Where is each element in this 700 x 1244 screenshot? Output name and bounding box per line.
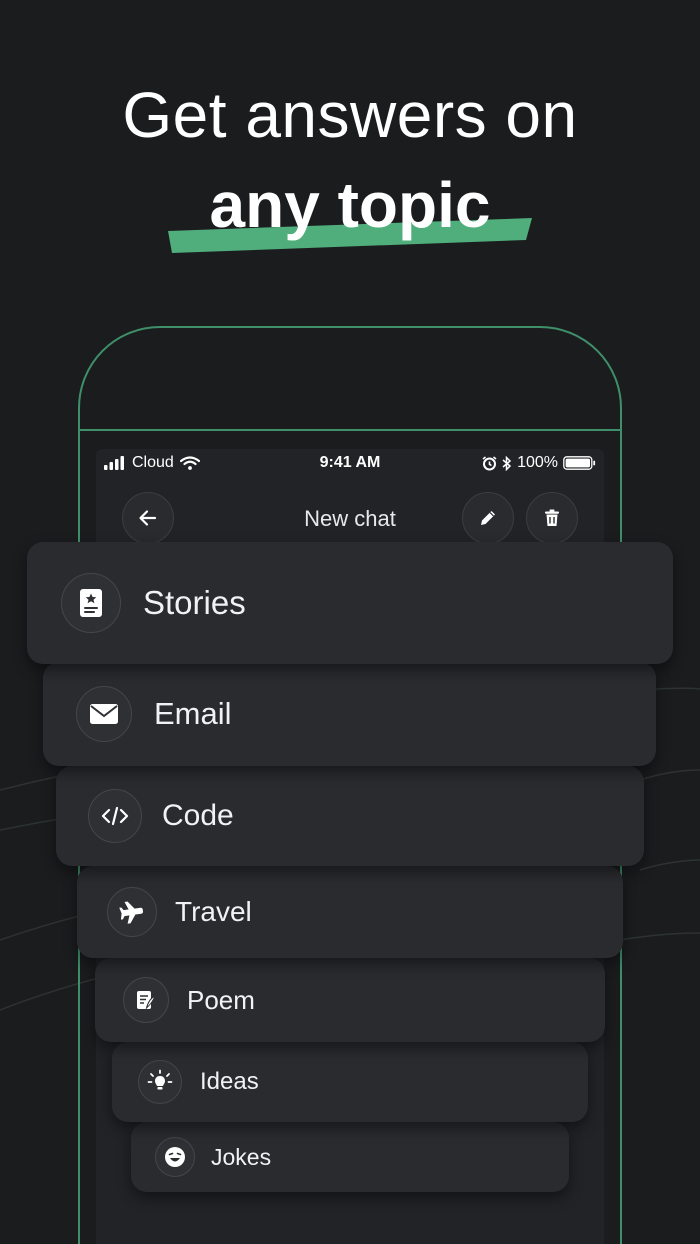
battery-percentage: 100% bbox=[517, 454, 558, 471]
alarm-icon bbox=[482, 455, 497, 470]
topic-card-ideas[interactable]: Ideas bbox=[112, 1042, 588, 1122]
pencil-icon bbox=[481, 511, 495, 525]
airplane-icon bbox=[107, 887, 157, 937]
topic-label-travel: Travel bbox=[175, 896, 252, 927]
chat-navbar: New chat bbox=[96, 490, 604, 546]
topic-card-travel[interactable]: Travel bbox=[77, 866, 623, 958]
phone-frame-divider bbox=[78, 429, 622, 431]
lightbulb-icon bbox=[138, 1060, 182, 1104]
edit-button[interactable] bbox=[462, 492, 514, 544]
topic-label-email: Email bbox=[154, 696, 232, 731]
topic-card-email[interactable]: Email bbox=[43, 662, 656, 766]
laughing-face-icon bbox=[155, 1137, 195, 1177]
topic-label-ideas: Ideas bbox=[200, 1068, 259, 1095]
quill-page-icon bbox=[123, 977, 169, 1023]
topic-label-stories: Stories bbox=[143, 584, 246, 621]
topic-label-poem: Poem bbox=[187, 984, 255, 1015]
trash-icon bbox=[545, 509, 559, 526]
battery-icon bbox=[563, 456, 596, 470]
topic-card-poem[interactable]: Poem bbox=[95, 958, 605, 1042]
topic-card-jokes[interactable]: Jokes bbox=[131, 1122, 569, 1192]
topic-label-jokes: Jokes bbox=[211, 1143, 272, 1170]
envelope-icon bbox=[76, 686, 132, 742]
book-star-icon bbox=[61, 573, 121, 633]
headline-line-2: any topic bbox=[209, 169, 491, 241]
bluetooth-icon bbox=[502, 455, 512, 471]
status-bar: Cloud 9:41 AM 100% bbox=[104, 454, 596, 476]
headline-line-1: Get answers on bbox=[122, 79, 578, 151]
topic-label-code: Code bbox=[162, 799, 234, 832]
topic-card-code[interactable]: Code bbox=[56, 766, 644, 866]
topic-card-stories[interactable]: Stories bbox=[27, 542, 673, 664]
delete-button[interactable] bbox=[526, 492, 578, 544]
code-icon bbox=[88, 789, 142, 843]
